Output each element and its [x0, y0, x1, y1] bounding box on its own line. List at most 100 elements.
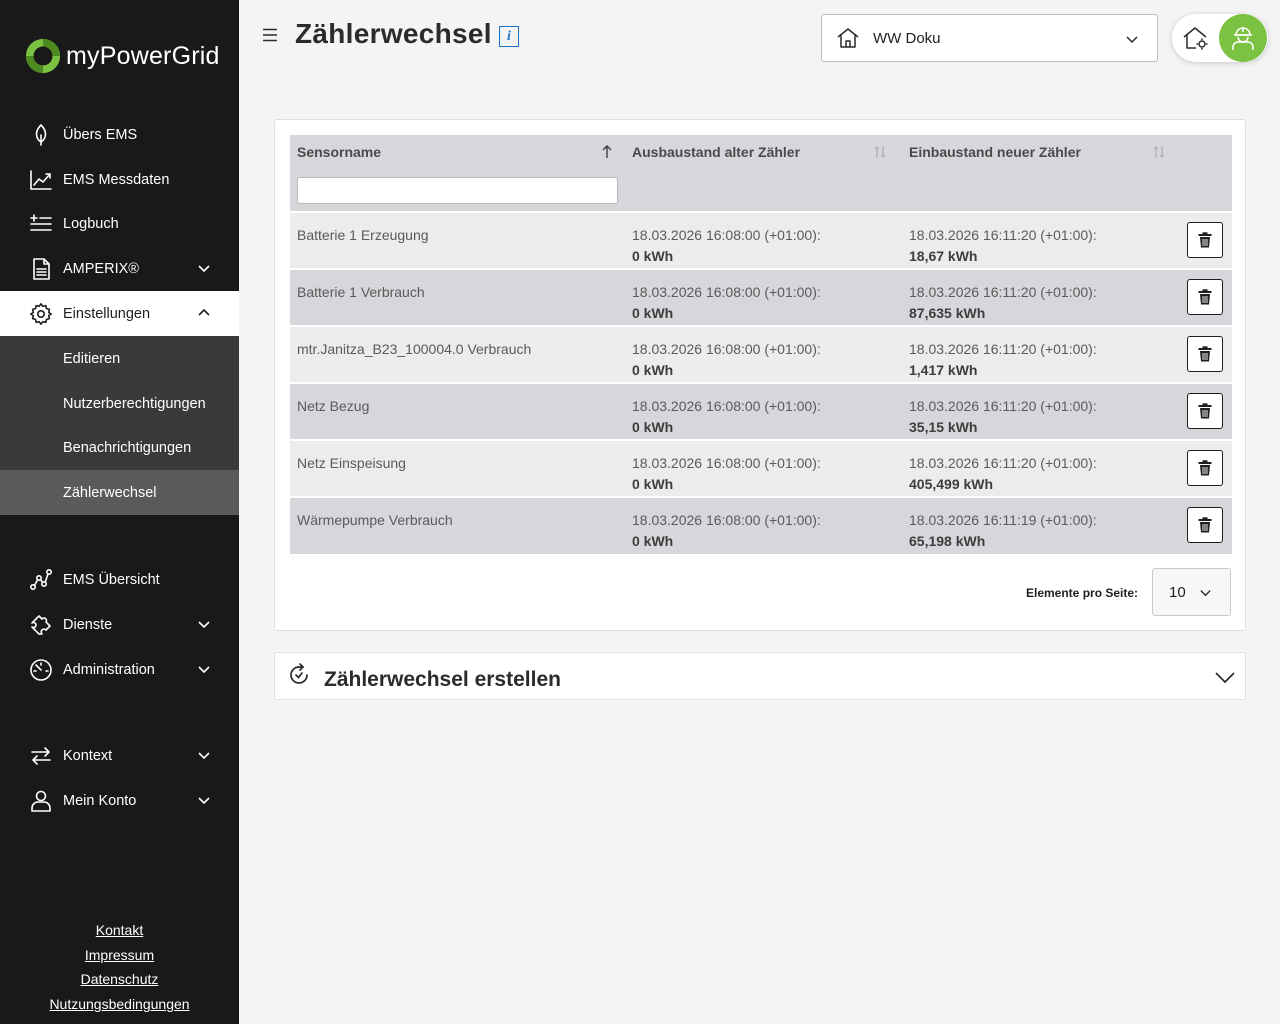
chevron-down-icon	[1215, 672, 1235, 684]
chart-line-icon	[28, 167, 54, 193]
info-icon[interactable]: i	[499, 26, 519, 47]
sub-item-nutzerberechtigungen[interactable]: Nutzerberechtigungen	[0, 381, 239, 426]
sensor-name: Netz Einspeisung	[297, 455, 406, 471]
sort-ascending-icon	[602, 145, 612, 158]
nav-label: Administration	[63, 661, 155, 678]
new-reading-value: 65,198 kWh	[909, 533, 986, 549]
trash-icon	[1198, 403, 1212, 419]
leaf-icon	[28, 122, 54, 148]
sensor-name-cell: Netz Bezug	[290, 382, 625, 440]
nav-item-einstellungen[interactable]: Einstellungen	[0, 291, 239, 336]
new-reading-cell: 18.03.2026 16:11:19 (+01:00): 65,198 kWh	[902, 496, 1180, 554]
nav-item-administration[interactable]: Administration	[0, 647, 239, 692]
nav-item-ems-messdaten[interactable]: EMS Messdaten	[0, 157, 239, 202]
new-reading-date: 18.03.2026 16:11:19 (+01:00):	[909, 512, 1097, 528]
old-reading-date: 18.03.2026 16:08:00 (+01:00):	[632, 341, 821, 357]
logo[interactable]: myPowerGrid	[24, 36, 220, 76]
nav-label: EMS Messdaten	[63, 171, 170, 188]
nav-label: Logbuch	[63, 215, 119, 232]
nav-label: Dienste	[63, 616, 113, 633]
table-row: Wärmepumpe Verbrauch 18.03.2026 16:08:00 …	[290, 496, 1232, 554]
old-reading-date: 18.03.2026 16:08:00 (+01:00):	[632, 398, 821, 414]
nav-item-logbuch[interactable]: Logbuch	[0, 201, 239, 246]
nav-item-kontext[interactable]: Kontext	[0, 733, 239, 778]
footer-links: Kontakt Impressum Datenschutz Nutzungsbe…	[0, 920, 239, 1019]
link-kontakt[interactable]: Kontakt	[0, 920, 239, 945]
old-reading-cell: 18.03.2026 16:08:00 (+01:00): 0 kWh	[625, 382, 902, 440]
sensorname-filter-input[interactable]	[297, 176, 618, 204]
link-datenschutz[interactable]: Datenschutz	[0, 969, 239, 994]
chevron-down-icon	[197, 261, 211, 275]
table-row: Netz Bezug 18.03.2026 16:08:00 (+01:00): 0…	[290, 382, 1232, 440]
link-nutzungsbedingungen[interactable]: Nutzungsbedingungen	[0, 994, 239, 1019]
sensor-name: Wärmepumpe Verbrauch	[297, 512, 453, 528]
link-impressum[interactable]: Impressum	[0, 945, 239, 970]
nav-label: EMS Übersicht	[63, 571, 160, 588]
user-icon	[28, 788, 54, 814]
old-reading-date: 18.03.2026 16:08:00 (+01:00):	[632, 455, 821, 471]
delete-button[interactable]	[1187, 336, 1223, 372]
site-selector[interactable]: WW Doku	[821, 14, 1158, 62]
create-panel-title: Zählerwechsel erstellen	[324, 668, 561, 691]
table-row: Batterie 1 Verbrauch 18.03.2026 16:08:00 …	[290, 268, 1232, 326]
actions-cell	[1180, 382, 1232, 440]
delete-button[interactable]	[1187, 222, 1223, 258]
new-reading-cell: 18.03.2026 16:11:20 (+01:00): 87,635 kWh	[902, 268, 1180, 326]
column-label: Ausbaustand alter Zähler	[632, 144, 801, 160]
delete-button[interactable]	[1187, 450, 1223, 486]
house-settings-icon[interactable]	[1182, 24, 1210, 52]
col-header-sensorname[interactable]: Sensorname	[290, 135, 625, 169]
sensor-name-cell: Netz Einspeisung	[290, 439, 625, 497]
site-selector-value: WW Doku	[873, 29, 941, 47]
sensor-name: mtr.Janitza_B23_100004.0 Verbrauch	[297, 341, 532, 357]
old-reading-value: 0 kWh	[632, 419, 674, 435]
trash-icon	[1198, 517, 1212, 533]
meter-change-table-card: Sensorname Ausbaustand alter Zähler Einb…	[274, 119, 1246, 631]
sensor-name: Netz Bezug	[297, 398, 370, 414]
delete-button[interactable]	[1187, 507, 1223, 543]
delete-button[interactable]	[1187, 279, 1223, 315]
old-reading-value: 0 kWh	[632, 533, 674, 549]
sub-item-benachrichtigungen[interactable]: Benachrichtigungen	[0, 425, 239, 470]
nav-item-uebers-ems[interactable]: Übers EMS	[0, 112, 239, 157]
nav-label: Einstellungen	[63, 305, 151, 322]
trash-icon	[1198, 232, 1212, 248]
nav-item-ems-uebersicht[interactable]: EMS Übersicht	[0, 557, 239, 602]
old-reading-date: 18.03.2026 16:08:00 (+01:00):	[632, 512, 821, 528]
engineer-icon	[1232, 27, 1254, 50]
create-meter-change-panel[interactable]: Zählerwechsel erstellen	[274, 652, 1246, 700]
old-reading-cell: 18.03.2026 16:08:00 (+01:00): 0 kWh	[625, 496, 902, 554]
arrows-swap-icon	[28, 743, 54, 769]
page-title: Zählerwechsel	[295, 18, 492, 49]
brand-name: myPowerGrid	[66, 41, 220, 70]
new-reading-date: 18.03.2026 16:11:20 (+01:00):	[909, 227, 1097, 243]
logo-icon	[25, 38, 61, 74]
old-reading-value: 0 kWh	[632, 248, 674, 264]
hamburger-menu-icon[interactable]	[262, 27, 278, 43]
actions-cell	[1180, 496, 1232, 554]
column-label: Einbaustand neuer Zähler	[909, 144, 1081, 160]
document-icon	[28, 256, 54, 282]
old-reading-value: 0 kWh	[632, 305, 674, 321]
chevron-down-icon	[197, 793, 211, 807]
delete-button[interactable]	[1187, 393, 1223, 429]
col-header-einbaustand[interactable]: Einbaustand neuer Zähler	[902, 135, 1180, 169]
new-reading-cell: 18.03.2026 16:11:20 (+01:00): 405,499 kWh	[902, 439, 1180, 497]
sub-item-zaehlerwechsel[interactable]: Zählerwechsel	[0, 470, 239, 515]
table-row: Batterie 1 Erzeugung 18.03.2026 16:08:00 …	[290, 211, 1232, 269]
page-size-select[interactable]: 10	[1152, 568, 1231, 616]
actions-cell	[1180, 325, 1232, 383]
settings-submenu: Editieren Nutzerberechtigungen Benachric…	[0, 336, 239, 515]
nav-item-dienste[interactable]: Dienste	[0, 602, 239, 647]
nav-item-amperix[interactable]: AMPERIX®	[0, 246, 239, 291]
avatar[interactable]	[1219, 14, 1267, 62]
actions-cell	[1180, 439, 1232, 497]
old-reading-cell: 18.03.2026 16:08:00 (+01:00): 0 kWh	[625, 439, 902, 497]
sensor-name: Batterie 1 Verbrauch	[297, 284, 425, 300]
nav-label: Mein Konto	[63, 792, 137, 809]
nav-item-mein-konto[interactable]: Mein Konto	[0, 778, 239, 823]
sub-item-editieren[interactable]: Editieren	[0, 336, 239, 381]
col-header-ausbaustand[interactable]: Ausbaustand alter Zähler	[625, 135, 902, 169]
new-reading-date: 18.03.2026 16:11:20 (+01:00):	[909, 341, 1097, 357]
meter-change-table: Sensorname Ausbaustand alter Zähler Einb…	[290, 135, 1232, 554]
